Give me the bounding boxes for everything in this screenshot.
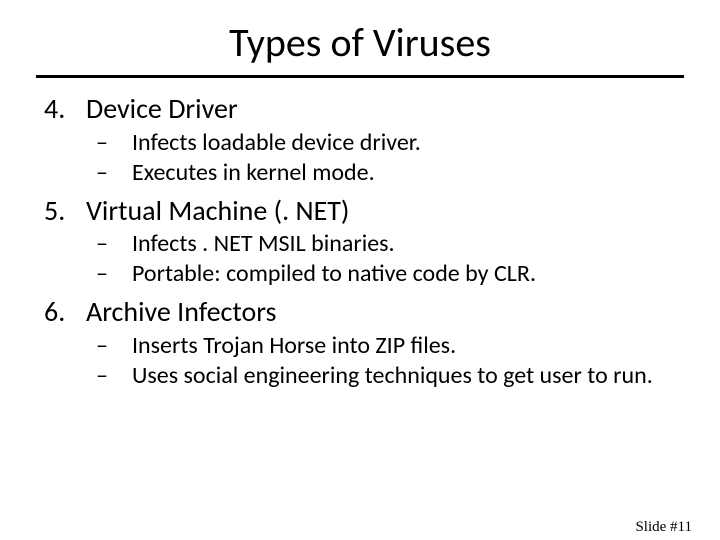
dash-icon: – — [96, 158, 132, 188]
slide-title: Types of Viruses — [0, 18, 720, 67]
sub-item: – Infects . NET MSIL binaries. — [96, 229, 676, 259]
sub-item-text: Portable: compiled to native code by CLR… — [132, 259, 536, 289]
dash-icon: – — [96, 259, 132, 289]
title-divider — [36, 75, 684, 78]
dash-icon: – — [96, 229, 132, 259]
item-label: Archive Infectors — [86, 295, 277, 329]
item-number: 6. — [44, 295, 86, 329]
item-heading: 5. Virtual Machine (. NET) — [44, 194, 676, 228]
sub-item-text: Uses social engineering techniques to ge… — [132, 361, 653, 391]
sub-item: – Portable: compiled to native code by C… — [96, 259, 676, 289]
list-item: 4. Device Driver – Infects loadable devi… — [44, 92, 676, 188]
dash-icon: – — [96, 331, 132, 361]
content-area: 4. Device Driver – Infects loadable devi… — [0, 92, 720, 391]
list-item: 5. Virtual Machine (. NET) – Infects . N… — [44, 194, 676, 290]
sub-item-text: Infects . NET MSIL binaries. — [132, 229, 395, 259]
item-label: Device Driver — [86, 92, 238, 126]
list-item: 6. Archive Infectors – Inserts Trojan Ho… — [44, 295, 676, 391]
item-number: 4. — [44, 92, 86, 126]
item-label: Virtual Machine (. NET) — [86, 194, 349, 228]
sub-item-text: Executes in kernel mode. — [132, 158, 375, 188]
sub-item: – Inserts Trojan Horse into ZIP files. — [96, 331, 676, 361]
sub-item-text: Infects loadable device driver. — [132, 128, 421, 158]
slide: Types of Viruses 4. Device Driver – Infe… — [0, 18, 720, 540]
sub-item: – Executes in kernel mode. — [96, 158, 676, 188]
slide-number: Slide #11 — [635, 519, 692, 536]
sub-item-text: Inserts Trojan Horse into ZIP files. — [132, 331, 456, 361]
item-heading: 4. Device Driver — [44, 92, 676, 126]
dash-icon: – — [96, 361, 132, 391]
item-number: 5. — [44, 194, 86, 228]
item-heading: 6. Archive Infectors — [44, 295, 676, 329]
sub-item: – Infects loadable device driver. — [96, 128, 676, 158]
sub-item: – Uses social engineering techniques to … — [96, 361, 676, 391]
dash-icon: – — [96, 128, 132, 158]
